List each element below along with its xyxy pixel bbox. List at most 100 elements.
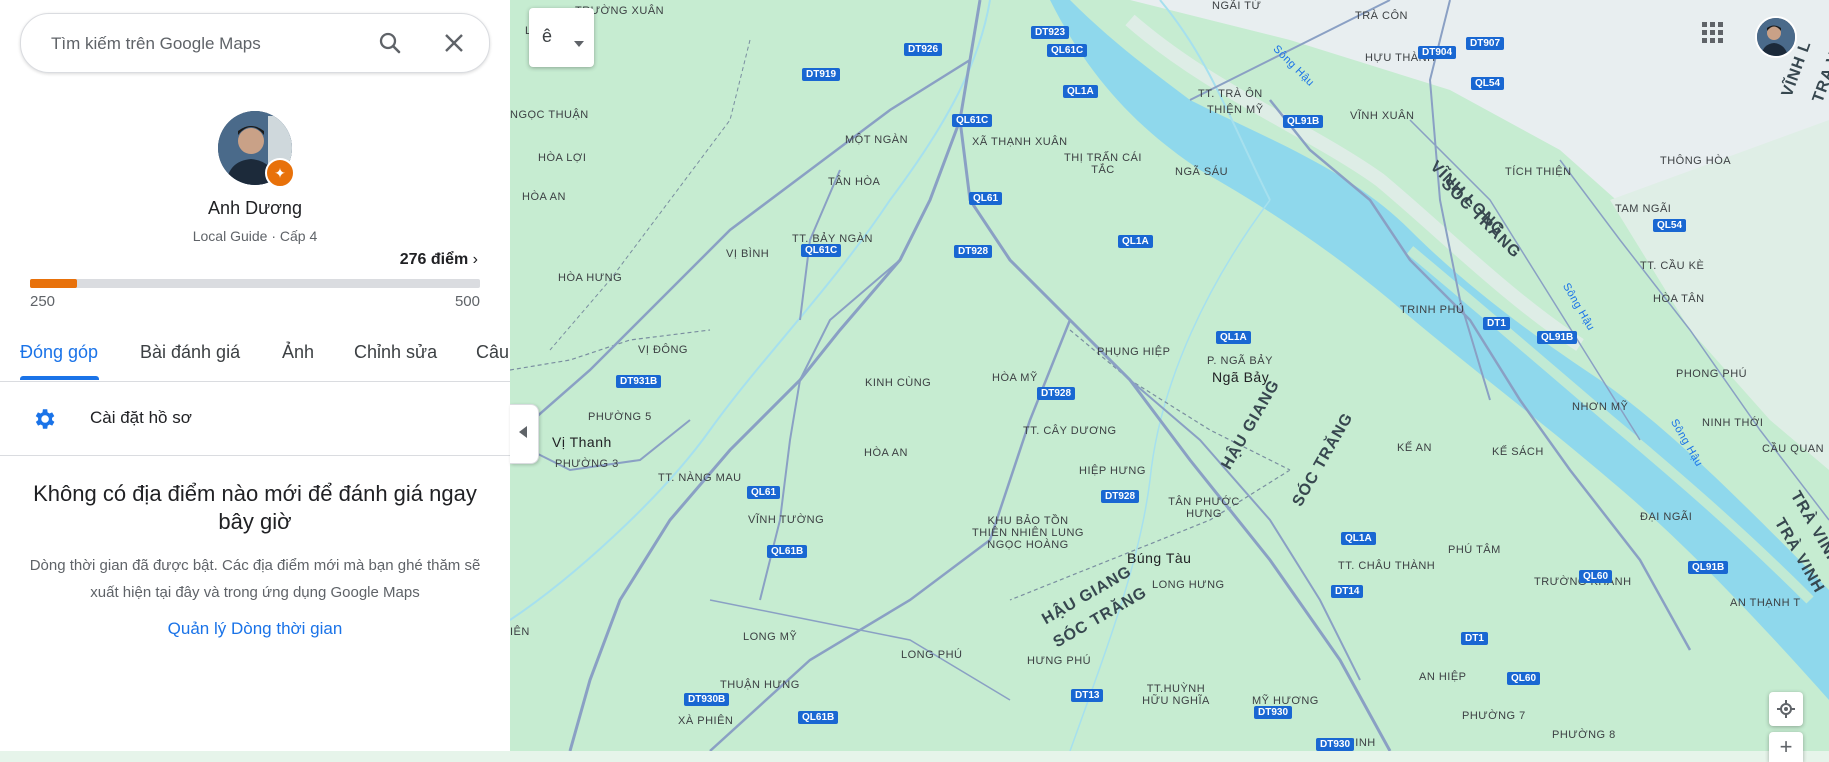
map-canvas[interactable]: TRƯỜNG XUÂN NGÃI TỨ TRÀ CÔN HỰU THÀNH NG… [510,0,1829,751]
road-shield: DT923 [1031,26,1070,39]
road-shield: DT928 [1101,490,1140,503]
map-label: HÒA HƯNG [558,272,623,284]
map-label: TÂN HÒA [828,176,881,188]
road-shield: DT930 [1254,706,1293,719]
map-label: TÂN PHƯỚC HƯNG [1168,496,1240,520]
road-shield: DT1 [1483,317,1510,330]
map-label: PHƯỜNG 8 [1552,729,1616,741]
my-location-button[interactable] [1769,692,1803,726]
map-label: TRÀ CÔN [1355,10,1408,22]
search-box[interactable]: Tìm kiếm trên Google Maps [20,13,490,73]
road-shield: DT926 [904,43,943,56]
map-label: VĨNH TƯỜNG [748,514,825,526]
profile-settings-label: Cài đặt hồ sơ [90,408,192,427]
map-label: Vị Thanh [552,434,612,450]
map-label: NGỌC THUẬN [510,109,589,121]
map-label: PHÚ TÂM [1448,544,1501,556]
road-shield: DT928 [954,245,993,258]
map-layers-control[interactable]: ê [529,8,594,67]
road-shield: DT13 [1071,689,1104,702]
road-shield: QL54 [1653,219,1687,232]
road-shield: QL61C [1047,44,1088,57]
map-label: NHƠN MỸ [1572,401,1629,413]
map-label: KINH CÙNG [865,377,932,389]
chevron-left-icon [519,425,529,443]
tab-reviews[interactable]: Bài đánh giá [140,342,240,363]
profile-side-panel: Tìm kiếm trên Google Maps ✦ Anh Dương Lo… [0,0,511,751]
road-shield: QL60 [1579,570,1613,583]
tab-questions[interactable]: Câu [476,342,509,363]
road-shield: QL61C [952,114,993,127]
tab-edits[interactable]: Chỉnh sửa [354,342,437,363]
map-label: TÍCH THIỆN [1505,166,1572,178]
road-shield: QL1A [1341,532,1376,545]
map-label: CẦU QUAN [1762,443,1825,455]
map-label: TAM NGÃI [1615,203,1672,215]
map-label: IÊN [510,626,530,638]
progress-max: 500 [454,293,480,310]
road-shield: QL61 [747,486,781,499]
road-shield: QL61C [801,244,842,257]
road-shield: QL91B [1688,561,1729,574]
points-progress-fill [30,279,77,288]
search-icon[interactable] [377,30,403,56]
road-shield: QL91B [1537,331,1578,344]
close-icon[interactable] [441,30,467,56]
map-label: LONG PHÚ [901,649,963,661]
map-label: PHONG PHÚ [1676,368,1748,380]
plus-icon: + [1779,734,1793,759]
chevron-right-icon: › [472,251,478,268]
dropdown-arrow-icon[interactable] [574,34,584,52]
map-label: NGÃI TỨ [1212,0,1262,12]
map-label: KHU BẢO TỒN THIÊN NHIÊN LUNG NGỌC HOÀNG [972,515,1084,551]
profile-settings-row[interactable]: Cài đặt hồ sơ [0,382,510,456]
tab-photos[interactable]: Ảnh [282,342,314,363]
manage-timeline-link[interactable]: Quản lý Dòng thời gian [0,619,510,639]
map-label: XÀ PHIÊN [678,715,734,727]
map-label: HÒA AN [864,447,908,459]
zoom-in-button[interactable]: + [1769,732,1803,762]
road-shield: DT14 [1331,585,1364,598]
road-shield: DT930 [1316,738,1355,751]
points-link[interactable]: 276 điểm › [400,251,478,269]
progress-min: 250 [30,293,56,310]
road-shield: DT931B [616,375,662,388]
search-input[interactable]: Tìm kiếm trên Google Maps [51,34,261,54]
map-label: TT. TRÀ ÔN [1198,88,1263,100]
tab-contributions[interactable]: Đóng góp [20,342,98,363]
local-guide-badge-icon: ✦ [265,158,295,188]
location-target-icon [1777,700,1795,723]
google-apps-grid-icon[interactable] [1702,22,1724,49]
map-label: NGÃ SÁU [1175,166,1229,178]
map-label: TT. CẦU KÈ [1640,260,1705,272]
gear-icon [30,405,58,433]
map-label: THUẬN HƯNG [720,679,800,691]
map-label: THÔNG HÒA [1660,155,1732,167]
map-label: THỊ TRẤN CÁI TẮC [1064,152,1142,176]
map-label: KẾ AN [1397,442,1432,454]
map-label: ĐẠI NGÃI [1640,511,1693,523]
map-label: XÃ THẠNH XUÂN [972,136,1068,148]
profile-name: Anh Dương [208,198,302,218]
map-label: MỘT NGÀN [845,134,909,146]
map-label: PHƯỜNG 5 [588,411,652,423]
map-label: PHỤNG HIỆP [1097,346,1171,358]
map-label: KẾ SÁCH [1492,446,1544,458]
road-shield: QL60 [1507,672,1541,685]
road-shield: QL1A [1216,331,1251,344]
map-label: LONG HƯNG [1152,579,1225,591]
map-label: PHƯỜNG 3 [555,458,619,470]
map-label: Ngã Bảy [1212,369,1270,385]
map-label: TT. CÂY DƯƠNG [1023,425,1117,437]
road-shield: QL61 [969,192,1003,205]
road-shield: QL91B [1283,115,1324,128]
empty-state-description: Dòng thời gian đã được bật. Các địa điểm… [29,557,481,601]
account-avatar[interactable] [1755,16,1797,58]
points-progress-bar [30,279,480,288]
map-label: HƯNG PHÚ [1027,655,1092,667]
map-label: TRINH PHÚ [1400,304,1465,316]
road-shield: QL1A [1063,85,1098,98]
points-label: 276 điểm [399,251,469,268]
collapse-panel-button[interactable] [510,404,539,464]
map-label: HÒA TÂN [1653,293,1705,305]
